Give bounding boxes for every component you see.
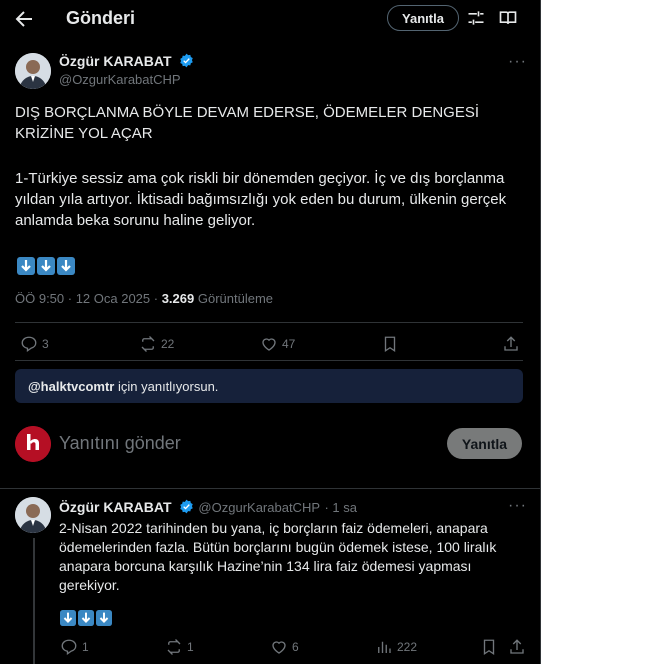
verified-badge-icon (180, 499, 193, 514)
settings-sliders-icon[interactable] (466, 8, 486, 28)
reply-like-count: 6 (292, 640, 299, 654)
arrow-down-emoji (17, 257, 35, 275)
author-avatar[interactable] (15, 53, 51, 89)
post-headline: DIŞ BORÇLANMA BÖYLE DEVAM EDERSE, ÖDEMEL… (15, 104, 480, 142)
post-meta: ÖÖ 9:50 · 12 Oca 2025 · 3.269 Görüntülem… (15, 291, 273, 306)
like-action[interactable]: 47 (260, 335, 295, 353)
arrow-down-emoji (96, 610, 112, 626)
reply-time[interactable]: · 1 sa (324, 500, 357, 515)
replying-to-banner: @halktvcomtr için yanıtlıyorsun. (15, 369, 523, 403)
share-action[interactable] (502, 335, 524, 353)
composer-avatar (15, 426, 51, 462)
thread-line (33, 538, 35, 664)
reply-views-action[interactable]: 222 (375, 638, 417, 656)
divider (0, 488, 540, 489)
divider (15, 322, 523, 323)
views-icon (378, 641, 391, 653)
reply-count: 3 (42, 337, 49, 351)
reply-views-count: 222 (397, 640, 418, 654)
emoji-row (17, 257, 75, 275)
arrow-down-emoji (37, 257, 55, 275)
reader-icon[interactable] (498, 8, 518, 28)
reply-submit-button[interactable]: Yanıtla (447, 428, 522, 459)
reply-icon (21, 336, 37, 353)
arrow-down-emoji (78, 610, 94, 626)
reply-repost-action[interactable]: 1 (165, 638, 194, 656)
reply-emoji-row (60, 610, 112, 626)
like-icon (272, 641, 286, 654)
replying-to-handle[interactable]: @halktvcomtr (28, 379, 114, 394)
repost-icon (141, 336, 155, 352)
reply-body: 2-Nisan 2022 tarihinden bu yana, iç borç… (59, 520, 497, 593)
bookmark-action[interactable] (381, 335, 403, 353)
reply-like-action[interactable]: 6 (270, 638, 299, 656)
reply-repost-count: 1 (187, 640, 194, 654)
reply-author-handle[interactable]: @OzgurKarabatCHP (198, 500, 320, 515)
author-name[interactable]: Özgür KARABAT (59, 53, 172, 69)
verified-badge-icon (180, 53, 193, 68)
post-panel: Gönderi Yanıtla Özgür KARABAT @OzgurKara… (0, 0, 541, 664)
reply-action[interactable]: 3 (20, 335, 49, 353)
post-views-count: 3.269 (161, 291, 195, 306)
page-title: Gönderi (66, 8, 136, 28)
post-body: 1-Türkiye sessiz ama çok riskli bir döne… (15, 170, 507, 229)
post-views-label: Görüntüleme (194, 291, 274, 306)
repost-icon (167, 639, 181, 655)
like-icon (262, 338, 276, 351)
halktv-logo-icon (15, 426, 51, 462)
reply-author-avatar[interactable] (15, 497, 51, 533)
repost-count: 22 (161, 337, 175, 351)
author-name-row: Özgür KARABAT (59, 53, 194, 71)
bookmark-icon (384, 336, 396, 353)
share-icon (510, 639, 524, 654)
divider (15, 360, 523, 361)
reply-bookmark-action[interactable] (480, 638, 502, 656)
reply-author-row: Özgür KARABAT @OzgurKarabatCHP · 1 sa (59, 499, 357, 517)
like-count: 47 (282, 337, 296, 351)
more-icon[interactable]: ··· (508, 497, 527, 515)
reply-input[interactable]: Yanıtını gönder (59, 433, 181, 454)
post-timestamp[interactable]: ÖÖ 9:50 · 12 Oca 2025 · (15, 291, 162, 306)
reply-reply-action[interactable]: 1 (60, 638, 89, 656)
reply-reply-count: 1 (82, 640, 89, 654)
repost-action[interactable]: 22 (139, 335, 174, 353)
reply-header-button[interactable]: Yanıtla (387, 5, 459, 31)
reply-share-action[interactable] (508, 638, 530, 656)
more-icon[interactable]: ··· (508, 53, 527, 71)
header: Gönderi Yanıtla (0, 0, 540, 38)
reply-author-name[interactable]: Özgür KARABAT (59, 499, 172, 515)
arrow-down-emoji (57, 257, 75, 275)
bookmark-icon (483, 639, 495, 656)
author-handle[interactable]: @OzgurKarabatCHP (59, 72, 181, 87)
replying-to-text: için yanıtlıyorsun. (114, 379, 219, 394)
back-arrow-icon[interactable] (12, 7, 36, 31)
share-icon (504, 336, 518, 351)
arrow-down-emoji (60, 610, 76, 626)
reply-icon (61, 639, 77, 656)
